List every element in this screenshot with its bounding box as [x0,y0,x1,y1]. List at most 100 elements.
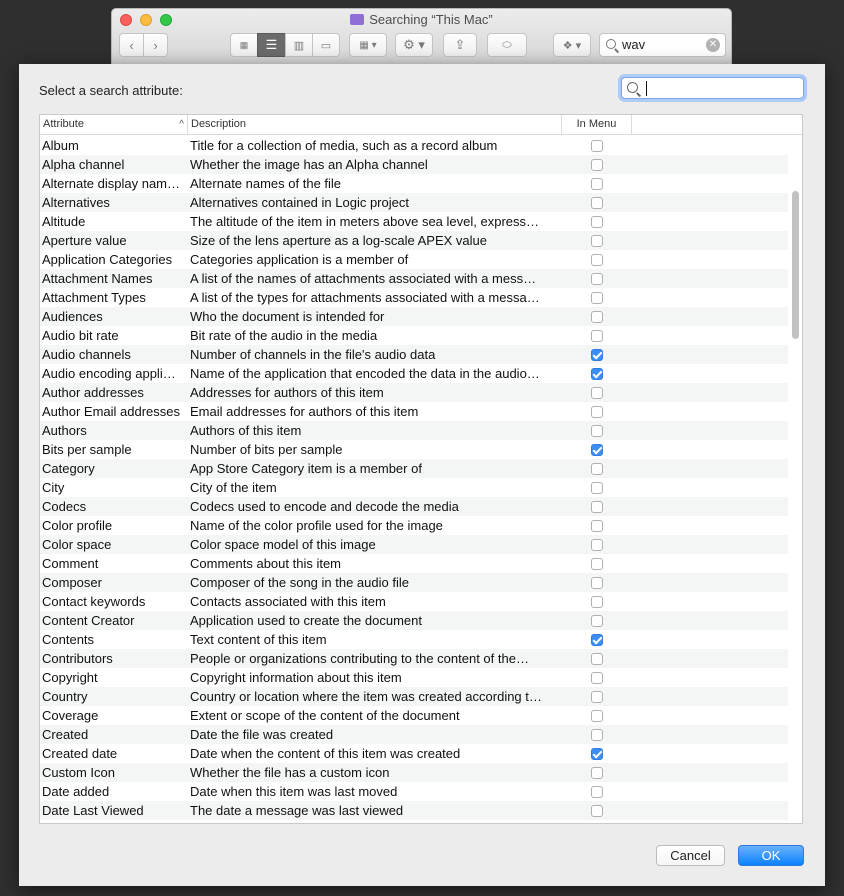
in-menu-checkbox[interactable] [591,405,603,418]
table-row[interactable]: Date added Date when this item was last m… [40,782,788,801]
in-menu-checkbox[interactable] [591,785,603,798]
in-menu-checkbox[interactable] [591,196,603,209]
action-button[interactable]: ⚙ ▾ [395,33,433,57]
in-menu-checkbox[interactable] [591,595,603,608]
in-menu-checkbox[interactable] [591,671,603,684]
in-menu-checkbox[interactable] [591,348,603,361]
in-menu-checkbox[interactable] [591,557,603,570]
table-row[interactable]: City City of the item [40,478,788,497]
in-menu-checkbox[interactable] [591,576,603,589]
dropbox-button[interactable]: ❖ ▾ [553,33,591,57]
tags-button[interactable]: ⬭ [487,33,527,57]
finder-search-field[interactable]: wav ✕ [599,33,726,57]
table-row[interactable]: Album Title for a collection of media, su… [40,136,788,155]
table-row[interactable]: Color space Color space model of this ima… [40,535,788,554]
column-header-in-menu[interactable]: In Menu [562,115,632,135]
in-menu-checkbox[interactable] [591,158,603,171]
table-row[interactable]: Attachment Types A list of the types for … [40,288,788,307]
in-menu-checkbox[interactable] [591,272,603,285]
table-row[interactable]: Attachment Names A list of the names of a… [40,269,788,288]
table-row[interactable]: Coverage Extent or scope of the content o… [40,706,788,725]
scroll-thumb[interactable] [792,191,799,339]
attribute-description-cell: Name of the application that encoded the… [190,366,540,381]
in-menu-checkbox[interactable] [591,329,603,342]
table-row[interactable]: Author Email addresses Email addresses fo… [40,402,788,421]
icon-view-button[interactable]: ▦ [230,33,258,57]
in-menu-checkbox[interactable] [591,291,603,304]
cover-flow-button[interactable]: ▭ [312,33,340,57]
table-row[interactable]: Composer Composer of the song in the audi… [40,573,788,592]
table-row[interactable]: Aperture value Size of the lens aperture … [40,231,788,250]
in-menu-checkbox[interactable] [591,709,603,722]
clear-search-icon[interactable]: ✕ [706,38,720,52]
table-row[interactable]: Alternatives Alternatives contained in Lo… [40,193,788,212]
table-row[interactable]: Audio bit rate Bit rate of the audio in t… [40,326,788,345]
table-row[interactable]: Content Creator Application used to creat… [40,611,788,630]
in-menu-checkbox[interactable] [591,538,603,551]
in-menu-checkbox[interactable] [591,253,603,266]
forward-button[interactable]: › [143,33,168,57]
smart-folder-icon [350,14,365,25]
attribute-name-cell: Created [42,727,89,742]
in-menu-checkbox[interactable] [591,728,603,741]
column-header-attribute[interactable]: Attribute ^ [40,115,188,135]
in-menu-checkbox[interactable] [591,386,603,399]
arrange-button[interactable]: ▦ ▾ [349,33,387,57]
table-row[interactable]: Audio encoding appli… Name of the applica… [40,364,788,383]
in-menu-checkbox[interactable] [591,424,603,437]
in-menu-checkbox[interactable] [591,367,603,380]
in-menu-checkbox[interactable] [591,519,603,532]
table-row[interactable]: Alpha channel Whether the image has an Al… [40,155,788,174]
in-menu-checkbox[interactable] [591,747,603,760]
attribute-search-input[interactable] [644,80,799,96]
table-row[interactable]: Alternate display nam… Alternate names of… [40,174,788,193]
in-menu-checkbox[interactable] [591,234,603,247]
table-row[interactable]: Application Categories Categories applica… [40,250,788,269]
table-row[interactable]: Audio channels Number of channels in the … [40,345,788,364]
in-menu-checkbox[interactable] [591,462,603,475]
table-row[interactable]: Altitude The altitude of the item in mete… [40,212,788,231]
table-row[interactable]: Color profile Name of the color profile u… [40,516,788,535]
in-menu-checkbox[interactable] [591,500,603,513]
in-menu-checkbox[interactable] [591,614,603,627]
back-button[interactable]: ‹ [119,33,144,57]
share-button[interactable]: ⇪ [443,33,477,57]
attribute-search-field[interactable] [621,77,804,99]
table-row[interactable]: Contact keywords Contacts associated with… [40,592,788,611]
cancel-button[interactable]: Cancel [656,845,725,866]
in-menu-checkbox[interactable] [591,481,603,494]
column-header-description[interactable]: Description [188,115,562,135]
table-row[interactable]: Comment Comments about this item [40,554,788,573]
in-menu-checkbox[interactable] [591,690,603,703]
attribute-description-cell: Date when the content of this item was c… [190,746,461,761]
attribute-description-cell: City of the item [190,480,277,495]
in-menu-checkbox[interactable] [591,633,603,646]
table-row[interactable]: Audiences Who the document is intended fo… [40,307,788,326]
in-menu-checkbox[interactable] [591,443,603,456]
table-row[interactable]: Bits per sample Number of bits per sample [40,440,788,459]
list-view-button[interactable]: ☰ [257,33,286,57]
in-menu-checkbox[interactable] [591,766,603,779]
table-row[interactable]: Authors Authors of this item [40,421,788,440]
ok-button[interactable]: OK [738,845,804,866]
table-row[interactable]: Author addresses Addresses for authors of… [40,383,788,402]
table-row[interactable]: Contributors People or organizations cont… [40,649,788,668]
table-row[interactable]: Country Country or location where the ite… [40,687,788,706]
table-row[interactable]: Copyright Copyright information about thi… [40,668,788,687]
in-menu-cell [562,763,632,782]
in-menu-checkbox[interactable] [591,177,603,190]
table-row[interactable]: Contents Text content of this item [40,630,788,649]
in-menu-checkbox[interactable] [591,215,603,228]
table-row[interactable]: Codecs Codecs used to encode and decode t… [40,497,788,516]
table-row[interactable]: Category App Store Category item is a mem… [40,459,788,478]
table-row[interactable]: Created date Date when the content of thi… [40,744,788,763]
in-menu-checkbox[interactable] [591,139,603,152]
table-row[interactable]: Created Date the file was created [40,725,788,744]
in-menu-checkbox[interactable] [591,804,603,817]
vertical-scrollbar[interactable] [792,139,800,823]
table-row[interactable]: Custom Icon Whether the file has a custom… [40,763,788,782]
in-menu-checkbox[interactable] [591,652,603,665]
table-row[interactable]: Date Last Viewed The date a message was l… [40,801,788,820]
in-menu-checkbox[interactable] [591,310,603,323]
column-view-button[interactable]: ▥ [285,33,313,57]
